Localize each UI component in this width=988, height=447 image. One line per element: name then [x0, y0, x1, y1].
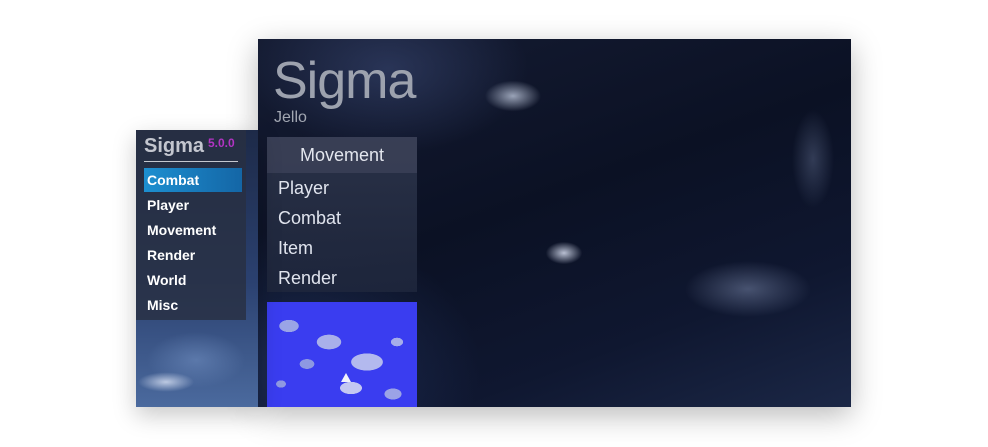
classic-category-player[interactable]: Player [144, 193, 242, 217]
jello-category-item[interactable]: Item [267, 233, 417, 263]
player-marker-icon [341, 373, 351, 382]
classic-category-world[interactable]: World [144, 268, 242, 292]
classic-screenshot: Sigma 5.0.0 Combat Player Movement Rende… [136, 130, 258, 407]
classic-category-combat[interactable]: Combat [144, 168, 242, 192]
jello-category-combat[interactable]: Combat [267, 203, 417, 233]
classic-category-misc[interactable]: Misc [144, 293, 242, 317]
classic-category-render[interactable]: Render [144, 243, 242, 267]
classic-logo-title: Sigma [144, 135, 205, 157]
jello-category-player[interactable]: Player [267, 173, 417, 203]
classic-version-label: 5.0.0 [208, 136, 235, 150]
minimap [267, 302, 417, 407]
jello-category-header[interactable]: Movement [267, 137, 417, 173]
jello-screenshot: Sigma Jello Movement Player Combat Item … [258, 39, 851, 407]
jello-logo-title: Sigma [273, 52, 416, 110]
jello-category-panel: Movement Player Combat Item Render [267, 137, 417, 292]
classic-tab-gui: Sigma 5.0.0 Combat Player Movement Rende… [136, 130, 246, 320]
jello-logo-subtitle: Jello [274, 109, 307, 126]
classic-divider [144, 161, 238, 162]
jello-category-render[interactable]: Render [267, 263, 417, 293]
classic-category-movement[interactable]: Movement [144, 218, 242, 242]
